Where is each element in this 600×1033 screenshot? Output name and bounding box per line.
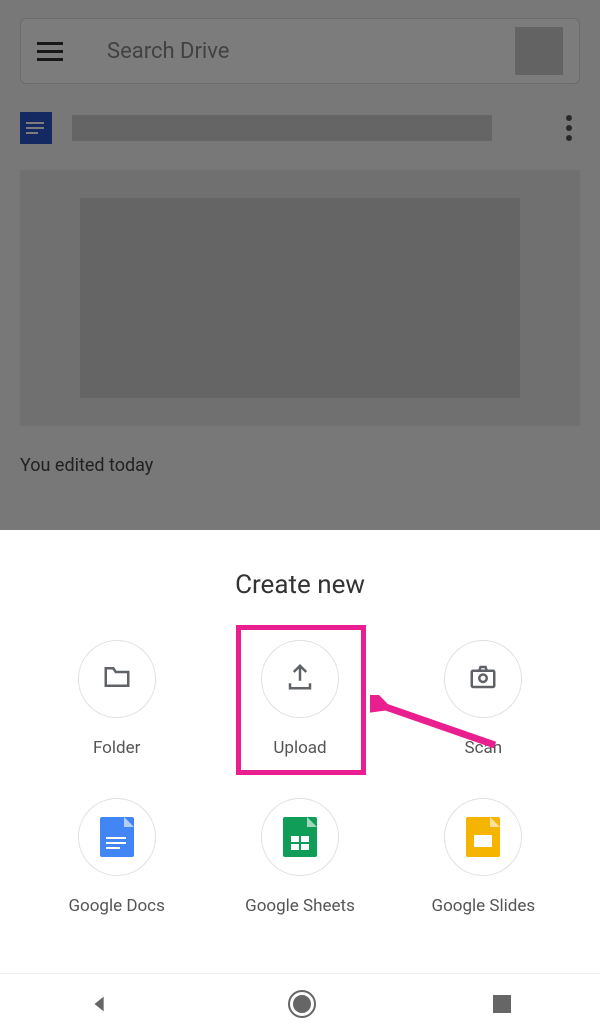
docs-app-icon — [100, 817, 134, 857]
create-sheets-label: Google Sheets — [245, 896, 355, 916]
create-options-grid: Folder Upload Scan — [30, 640, 570, 916]
file-status: You edited today — [20, 455, 153, 476]
camera-icon — [468, 662, 498, 696]
file-title-placeholder — [72, 115, 492, 141]
sheet-title: Create new — [30, 570, 570, 600]
docs-file-icon — [20, 112, 52, 144]
create-slides-label: Google Slides — [432, 896, 536, 916]
create-docs-button[interactable]: Google Docs — [30, 798, 203, 916]
thumbnail-content — [80, 198, 520, 398]
sheets-app-icon — [283, 817, 317, 857]
upload-icon — [285, 662, 315, 696]
create-docs-label: Google Docs — [68, 896, 164, 916]
account-avatar[interactable] — [515, 27, 563, 75]
search-bar[interactable]: Search Drive — [20, 18, 580, 84]
search-placeholder: Search Drive — [107, 39, 229, 64]
create-upload-label: Upload — [273, 738, 326, 758]
nav-back-button[interactable] — [89, 993, 111, 1015]
nav-recent-button[interactable] — [493, 995, 511, 1013]
hamburger-menu-icon[interactable] — [37, 42, 67, 61]
create-scan-button[interactable]: Scan — [397, 640, 570, 758]
file-thumbnail[interactable] — [20, 170, 580, 426]
drive-background: Search Drive You edited today — [0, 0, 600, 530]
create-sheets-button[interactable]: Google Sheets — [213, 798, 386, 916]
more-options-icon[interactable] — [566, 115, 580, 141]
create-folder-button[interactable]: Folder — [30, 640, 203, 758]
create-scan-label: Scan — [465, 738, 503, 758]
file-header — [20, 108, 580, 148]
create-slides-button[interactable]: Google Slides — [397, 798, 570, 916]
create-folder-label: Folder — [93, 738, 140, 758]
create-upload-button[interactable]: Upload — [213, 640, 386, 758]
create-new-sheet: Create new Folder Upload — [0, 530, 600, 973]
nav-home-button[interactable] — [288, 990, 316, 1018]
slides-app-icon — [466, 817, 500, 857]
system-nav-bar — [0, 973, 600, 1033]
folder-icon — [102, 662, 132, 696]
